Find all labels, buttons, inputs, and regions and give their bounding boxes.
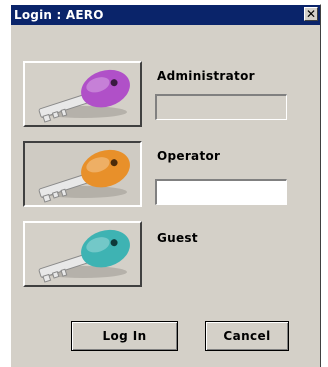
cancel-button[interactable]: Cancel <box>205 321 289 351</box>
operator-key-button[interactable] <box>23 141 142 207</box>
login-dialog: Login : AERO ✕ Administrator Operator Gu… <box>10 4 321 367</box>
close-button[interactable]: ✕ <box>304 7 318 21</box>
window-title: Login : AERO <box>14 8 104 22</box>
guest-key-button[interactable] <box>23 221 142 287</box>
operator-password-field[interactable] <box>155 179 287 205</box>
close-icon: ✕ <box>305 7 317 21</box>
key-icon <box>38 229 130 283</box>
login-button[interactable]: Log In <box>71 321 178 351</box>
administrator-label: Administrator <box>157 69 255 83</box>
operator-label: Operator <box>157 149 221 163</box>
administrator-password-field[interactable] <box>155 94 287 120</box>
guest-label: Guest <box>157 231 198 245</box>
administrator-key-button[interactable] <box>23 61 142 127</box>
key-icon <box>38 69 130 123</box>
title-bar[interactable]: Login : AERO ✕ <box>11 5 320 25</box>
key-icon <box>38 149 130 203</box>
